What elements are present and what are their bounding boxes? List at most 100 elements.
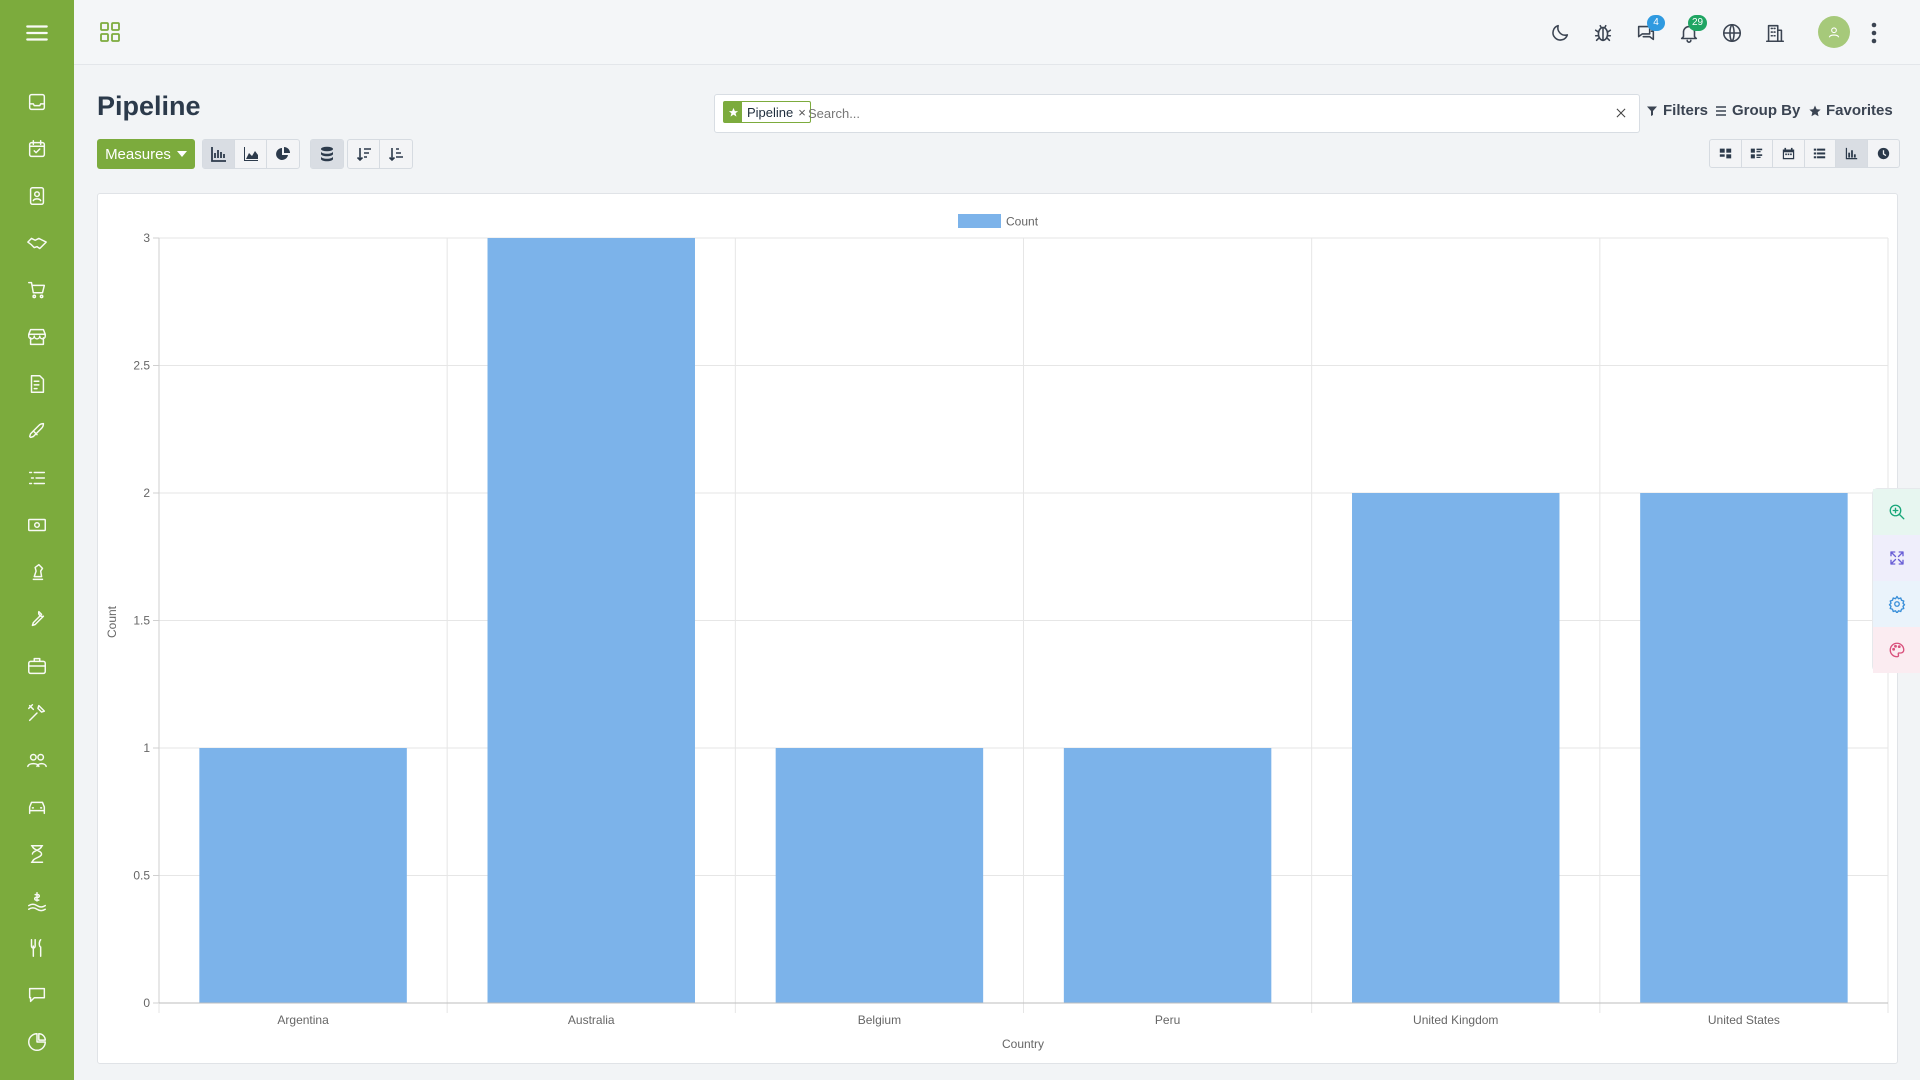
line-chart-button[interactable] — [235, 140, 267, 168]
sort-descending-button[interactable] — [348, 140, 380, 168]
team-icon — [27, 753, 47, 768]
filter-icon — [1647, 106, 1657, 116]
view-graph-button[interactable] — [1836, 140, 1868, 167]
bar-chart: 0 0.5 1 1.5 2 2.5 3 Argentina Australia Belgium Pe… — [105, 214, 1889, 1051]
rocket-icon — [28, 422, 45, 439]
bar-peru[interactable] — [1063, 748, 1272, 1003]
floating-tools — [1872, 488, 1920, 673]
sidebar-item-discuss[interactable] — [0, 975, 74, 1015]
more-options-button[interactable] — [1864, 18, 1884, 48]
settings-tool-button[interactable] — [1873, 581, 1920, 627]
debug-button[interactable] — [1588, 18, 1618, 48]
y-tick-label: 0.5 — [133, 869, 150, 883]
y-axis-title: Count — [105, 605, 119, 638]
zoom-in-icon — [1889, 504, 1905, 520]
measures-dropdown-button[interactable]: Measures — [97, 139, 195, 169]
view-list-detail-button[interactable] — [1742, 140, 1773, 167]
pie-icon — [28, 1033, 46, 1051]
pie-chart-button[interactable] — [267, 140, 299, 168]
language-button[interactable] — [1717, 18, 1747, 48]
bar-united-states[interactable] — [1640, 493, 1848, 1003]
hand-dollar-icon — [28, 892, 46, 912]
sidebar-item-recruitment[interactable] — [0, 646, 74, 686]
chat-icon — [28, 987, 46, 1003]
x-tick-label: Australia — [568, 1013, 615, 1027]
sidebar-item-dashboards[interactable] — [0, 1022, 74, 1062]
facet-star-icon — [724, 102, 742, 122]
y-tick-label: 0 — [143, 996, 150, 1010]
car-icon — [28, 801, 46, 815]
sidebar-item-sales[interactable] — [0, 270, 74, 310]
hourglass-icon — [30, 845, 44, 863]
chart-legend[interactable]: Count — [958, 214, 1039, 229]
sort-ascending-icon — [388, 148, 403, 162]
x-tick-label: Argentina — [277, 1013, 329, 1027]
stacked-group — [310, 139, 344, 169]
bar-australia[interactable] — [487, 238, 695, 1003]
zoom-tool-button[interactable] — [1873, 489, 1920, 535]
sidebar-item-crm[interactable] — [0, 223, 74, 263]
view-calendar-button[interactable] — [1773, 140, 1805, 167]
chart-grid — [153, 237, 1889, 1013]
filters-toggle[interactable]: Filters — [1646, 102, 1708, 119]
fullscreen-tool-button[interactable] — [1873, 535, 1920, 581]
palette-icon — [1889, 642, 1905, 658]
sidebar-item-invoicing[interactable] — [0, 364, 74, 404]
sidebar-item-planning[interactable] — [0, 552, 74, 592]
sidebar-item-timesheets[interactable] — [0, 834, 74, 874]
notifications-button[interactable]: 29 — [1674, 15, 1708, 48]
sidebar-item-employees[interactable] — [0, 740, 74, 780]
company-switch-button[interactable] — [1760, 18, 1790, 48]
messages-button[interactable]: 4 — [1631, 15, 1665, 48]
view-kanban-button[interactable] — [1710, 140, 1742, 167]
sidebar-item-inbox[interactable] — [0, 82, 74, 122]
search-input[interactable] — [808, 102, 1508, 124]
star-icon — [1809, 105, 1821, 116]
theme-tool-button[interactable] — [1873, 627, 1920, 673]
search-clear-button[interactable] — [1611, 103, 1631, 123]
sidebar-item-expenses[interactable] — [0, 505, 74, 545]
tools-icon — [28, 704, 46, 722]
sidebar-item-project[interactable] — [0, 411, 74, 451]
bar-argentina[interactable] — [199, 748, 407, 1003]
list-detail-icon — [1751, 148, 1763, 159]
stacked-toggle-button[interactable] — [311, 140, 343, 168]
sort-descending-icon — [356, 148, 371, 162]
wrench-icon — [31, 610, 45, 627]
sidebar-item-todo[interactable] — [0, 129, 74, 169]
user-avatar[interactable] — [1818, 16, 1850, 48]
sidebar-item-payroll[interactable] — [0, 881, 74, 921]
sidebar-item-pos[interactable] — [0, 317, 74, 357]
close-icon — [1616, 108, 1626, 118]
kanban-icon — [1719, 148, 1731, 159]
sidebar-item-repairs[interactable] — [0, 693, 74, 733]
top-bar: 4 29 — [74, 0, 1920, 65]
y-tick-label: 2.5 — [133, 359, 150, 373]
sidebar-item-lunch[interactable] — [0, 928, 74, 968]
sort-ascending-button[interactable] — [380, 140, 412, 168]
list-icon — [28, 471, 46, 485]
sidebar-item-tasks[interactable] — [0, 458, 74, 498]
dark-mode-button[interactable] — [1545, 18, 1575, 48]
group-by-label: Group By — [1732, 102, 1801, 119]
bar-belgium[interactable] — [775, 748, 984, 1003]
sidebar-item-fleet[interactable] — [0, 787, 74, 827]
apps-menu-button[interactable] — [98, 20, 122, 44]
notifications-count-badge: 29 — [1688, 15, 1708, 31]
favorites-toggle[interactable]: Favorites — [1809, 102, 1893, 119]
bar-united-kingdom[interactable] — [1352, 493, 1560, 1003]
bar-chart-button[interactable] — [203, 140, 235, 168]
view-list-button[interactable] — [1805, 140, 1836, 167]
caret-down-icon — [176, 151, 187, 157]
search-facet: Pipeline × — [723, 101, 811, 123]
group-by-toggle[interactable]: Group By — [1715, 102, 1800, 119]
sidebar-item-maintenance[interactable] — [0, 599, 74, 639]
sidebar-item-contacts[interactable] — [0, 176, 74, 216]
page-title: Pipeline — [97, 91, 201, 121]
sidebar-menu-toggle[interactable] — [0, 13, 74, 53]
x-axis-title: Country — [1002, 1037, 1044, 1051]
sidebar — [0, 0, 74, 1080]
y-tick-label: 2 — [143, 486, 150, 500]
menu-icon — [26, 25, 48, 41]
view-activity-button[interactable] — [1868, 140, 1900, 167]
